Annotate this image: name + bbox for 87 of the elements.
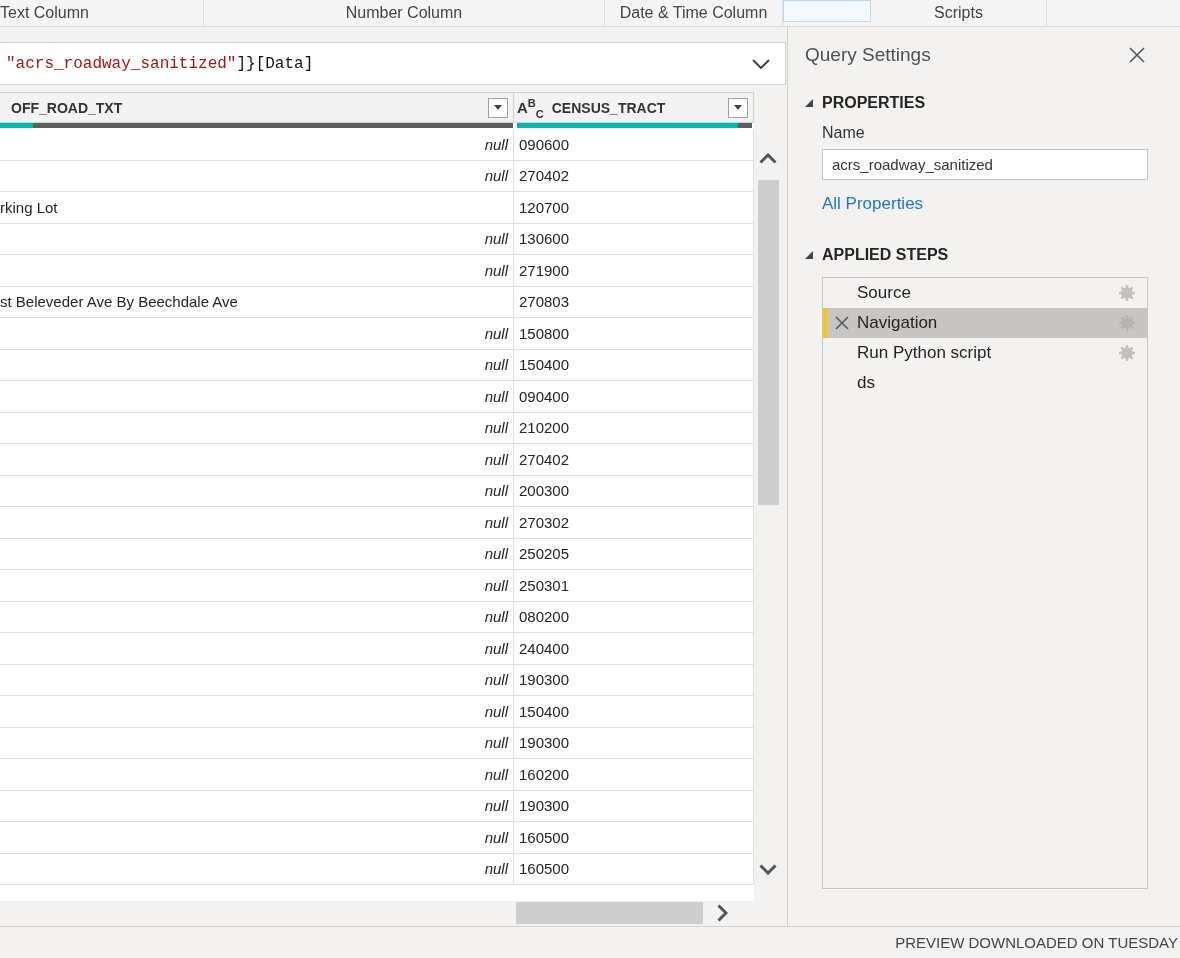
table-cell: null (484, 387, 508, 405)
table-cell: null (484, 419, 508, 437)
table-cell: 190300 (519, 797, 570, 815)
table-cell: null (484, 797, 508, 815)
chevron-down-icon[interactable] (752, 58, 770, 69)
table-cell: null (484, 450, 508, 468)
applied-step[interactable]: Navigation (823, 308, 1147, 338)
ribbon-group-label: Scripts (934, 3, 983, 22)
table-cell: 271900 (519, 261, 570, 279)
table-cell: null (484, 324, 508, 342)
ribbon-group-label: Date & Time Column (619, 3, 768, 22)
table-cell: 090400 (519, 387, 570, 405)
table-cell: 210200 (519, 419, 570, 437)
table-cell: null (484, 230, 508, 248)
table-cell: null (484, 513, 508, 531)
table-cell: 160500 (519, 828, 570, 846)
table-cell: 120700 (519, 198, 570, 216)
scroll-down-icon[interactable] (759, 864, 777, 875)
step-label: Navigation (857, 313, 939, 333)
step-label: Source (857, 283, 912, 303)
table-cell: null (484, 261, 508, 279)
section-heading: APPLIED STEPS (822, 246, 949, 264)
table-cell: 200300 (519, 482, 570, 500)
all-properties-link[interactable]: All Properties (822, 193, 924, 215)
table-cell: null (484, 671, 508, 689)
table-cell: null (484, 860, 508, 878)
close-icon[interactable] (1129, 47, 1145, 63)
table-cell: 270302 (519, 513, 570, 531)
step-label: Run Python script (857, 343, 993, 363)
table-cell: rking Lot (0, 198, 58, 216)
table-cell: null (484, 639, 508, 657)
table-cell: null (484, 702, 508, 720)
scroll-right-icon[interactable] (717, 904, 728, 922)
table-cell: 080200 (519, 608, 570, 626)
table-cell: 160200 (519, 765, 570, 783)
table-cell: 270803 (519, 293, 570, 311)
expanded-triangle-icon[interactable] (805, 99, 813, 107)
table-cell: null (484, 482, 508, 500)
table-cell: 270402 (519, 167, 570, 185)
status-text: PREVIEW DOWNLOADED ON TUESDAY (895, 934, 1178, 951)
caret-icon (734, 105, 742, 110)
applied-step[interactable]: Run Python script (823, 338, 1147, 368)
table-cell: null (484, 576, 508, 594)
table-cell: 150400 (519, 702, 570, 720)
ribbon-group-label: Text Column (0, 3, 89, 22)
table-cell: 090600 (519, 135, 570, 153)
expanded-triangle-icon[interactable] (805, 251, 813, 259)
column-name: CENSUS_TRACT (551, 99, 667, 116)
field-label: Name (822, 123, 866, 143)
table-cell: 240400 (519, 639, 570, 657)
panel-title: Query Settings (805, 44, 931, 66)
table-cell: null (484, 608, 508, 626)
table-cell: null (484, 765, 508, 783)
table-cell: 250205 (519, 545, 570, 563)
formula-bar[interactable]: "acrs_roadway_sanitized"]}[Data] (0, 42, 786, 85)
table-cell: 190300 (519, 671, 570, 689)
column-header[interactable]: A$^{B}$$_{C}$ CENSUS_TRACT (514, 93, 754, 122)
table-cell: st Beleveder Ave By Beechdale Ave (0, 293, 238, 311)
table-cell: null (484, 135, 508, 153)
section-heading: PROPERTIES (822, 94, 926, 112)
table-cell: 270402 (519, 450, 570, 468)
table-cell: null (484, 167, 508, 185)
delete-icon[interactable] (835, 316, 849, 330)
table-cell: null (484, 734, 508, 752)
table-cell: null (484, 828, 508, 846)
column-filter-button[interactable] (488, 97, 508, 118)
column-name: OFF_ROAD_TXT (11, 99, 124, 116)
applied-step[interactable]: Source (823, 278, 1147, 308)
table-cell: null (484, 356, 508, 374)
scrollbar-thumb[interactable] (757, 180, 779, 505)
scroll-up-icon[interactable] (759, 153, 777, 164)
table-cell: 150800 (519, 324, 570, 342)
table-cell: 190300 (519, 734, 570, 752)
table-cell: null (484, 545, 508, 563)
step-label: ds (857, 373, 876, 393)
table-cell: 160500 (519, 860, 570, 878)
table-cell: 150400 (519, 356, 570, 374)
applied-step[interactable]: ds (823, 368, 1147, 398)
name-input[interactable]: acrs_roadway_sanitized (822, 149, 1148, 180)
scrollbar-thumb[interactable] (516, 902, 703, 924)
caret-icon (494, 105, 502, 110)
table-cell: 250301 (519, 576, 570, 594)
table-cell: 130600 (519, 230, 570, 248)
ribbon-group-label: Number Column (345, 3, 463, 22)
formula-text: "acrs_roadway_sanitized"]}[Data] (6, 54, 315, 73)
column-header[interactable]: OFF_ROAD_TXT (0, 93, 514, 122)
column-filter-button[interactable] (728, 97, 748, 118)
